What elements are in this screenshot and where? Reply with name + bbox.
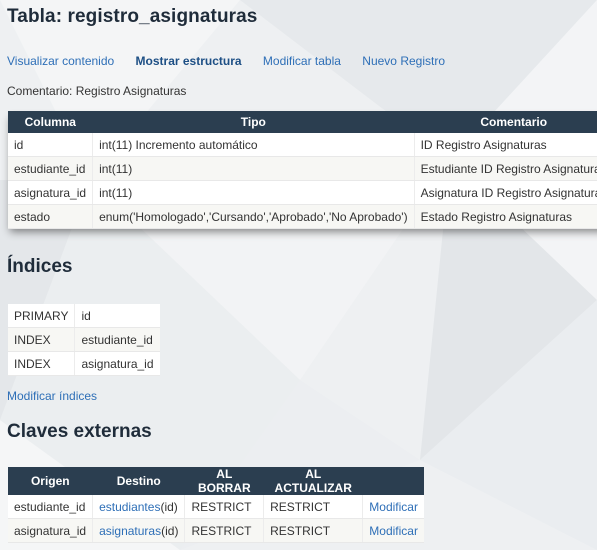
table-row: asignatura_id asignaturas(id) RESTRICT R… xyxy=(8,518,424,543)
fk-on-delete: RESTRICT xyxy=(184,495,265,519)
index-type: PRIMARY xyxy=(8,304,76,328)
table-row: INDEX estudiante_id xyxy=(8,327,160,352)
index-type: INDEX xyxy=(8,327,76,352)
header-destino: Destino xyxy=(92,467,185,495)
column-name: estudiante_id xyxy=(8,156,94,181)
indices-heading: Índices xyxy=(7,256,73,277)
fk-destino-column: (id) xyxy=(161,523,179,538)
column-comment: Estudiante ID Registro Asignaturas xyxy=(414,156,597,181)
header-comentario: Comentario xyxy=(414,111,597,133)
table-row: estudiante_id estudiantes(id) RESTRICT R… xyxy=(8,495,424,519)
index-column: id xyxy=(74,304,160,328)
table-row: PRIMARY id xyxy=(8,304,160,328)
fk-modify-link[interactable]: Modificar xyxy=(369,524,418,538)
column-name: asignatura_id xyxy=(8,180,94,205)
column-type: int(11) Incremento automático xyxy=(92,133,415,157)
index-column: estudiante_id xyxy=(74,327,160,352)
indices-table: PRIMARY id INDEX estudiante_id INDEX asi… xyxy=(8,304,160,376)
fk-destino: asignaturas(id) xyxy=(92,518,186,543)
fk-header-row: Origen Destino AL BORRAR AL ACTUALIZAR xyxy=(8,467,424,495)
action-links: Visualizar contenido Mostrar estructura … xyxy=(7,54,463,68)
fk-modify-link[interactable]: Modificar xyxy=(369,500,418,514)
header-al-actualizar: AL ACTUALIZAR xyxy=(263,467,363,495)
index-type: INDEX xyxy=(8,351,76,376)
fk-action: Modificar xyxy=(362,518,424,543)
modify-indices-link[interactable]: Modificar índices xyxy=(7,389,97,403)
header-origen: Origen xyxy=(8,467,93,495)
structure-table: Columna Tipo Comentario id int(11) Incre… xyxy=(8,111,597,229)
table-comment: Comentario: Registro Asignaturas xyxy=(7,84,187,98)
tab-visualizar-contenido[interactable]: Visualizar contenido xyxy=(7,54,114,68)
tab-nuevo-registro[interactable]: Nuevo Registro xyxy=(362,54,445,68)
header-al-borrar: AL BORRAR xyxy=(184,467,264,495)
table-row: asignatura_id int(11) Asignatura ID Regi… xyxy=(8,180,597,205)
table-row: id int(11) Incremento automático ID Regi… xyxy=(8,133,597,157)
column-type: enum('Homologado','Cursando','Aprobado',… xyxy=(92,204,415,229)
foreign-keys-heading: Claves externas xyxy=(7,421,152,442)
column-name: estado xyxy=(8,204,94,229)
fk-destino-table-link[interactable]: estudiantes xyxy=(99,500,160,514)
fk-action: Modificar xyxy=(362,495,424,519)
fk-on-update: RESTRICT xyxy=(263,495,364,519)
header-actions xyxy=(362,467,424,495)
header-tipo: Tipo xyxy=(92,111,415,133)
column-comment: ID Registro Asignaturas xyxy=(414,133,597,157)
index-column: asignatura_id xyxy=(74,351,160,376)
column-comment: Estado Registro Asignaturas xyxy=(414,204,597,229)
foreign-keys-table: Origen Destino AL BORRAR AL ACTUALIZAR e… xyxy=(8,467,424,543)
header-columna: Columna xyxy=(8,111,93,133)
fk-origen: asignatura_id xyxy=(8,518,94,543)
column-comment: Asignatura ID Registro Asignaturas xyxy=(414,180,597,205)
fk-origen: estudiante_id xyxy=(8,495,94,519)
structure-header-row: Columna Tipo Comentario xyxy=(8,111,597,133)
fk-destino: estudiantes(id) xyxy=(92,495,186,519)
tab-modificar-tabla[interactable]: Modificar tabla xyxy=(263,54,341,68)
column-type: int(11) xyxy=(92,180,415,205)
column-name: id xyxy=(8,133,94,157)
table-row: estudiante_id int(11) Estudiante ID Regi… xyxy=(8,156,597,181)
tab-mostrar-estructura[interactable]: Mostrar estructura xyxy=(136,54,242,68)
fk-on-update: RESTRICT xyxy=(263,518,364,543)
fk-destino-column: (id) xyxy=(160,499,178,514)
fk-on-delete: RESTRICT xyxy=(184,518,265,543)
table-row: INDEX asignatura_id xyxy=(8,351,160,376)
column-type: int(11) xyxy=(92,156,415,181)
fk-destino-table-link[interactable]: asignaturas xyxy=(99,524,161,538)
page-title: Tabla: registro_asignaturas xyxy=(7,6,258,27)
table-row: estado enum('Homologado','Cursando','Apr… xyxy=(8,204,597,229)
